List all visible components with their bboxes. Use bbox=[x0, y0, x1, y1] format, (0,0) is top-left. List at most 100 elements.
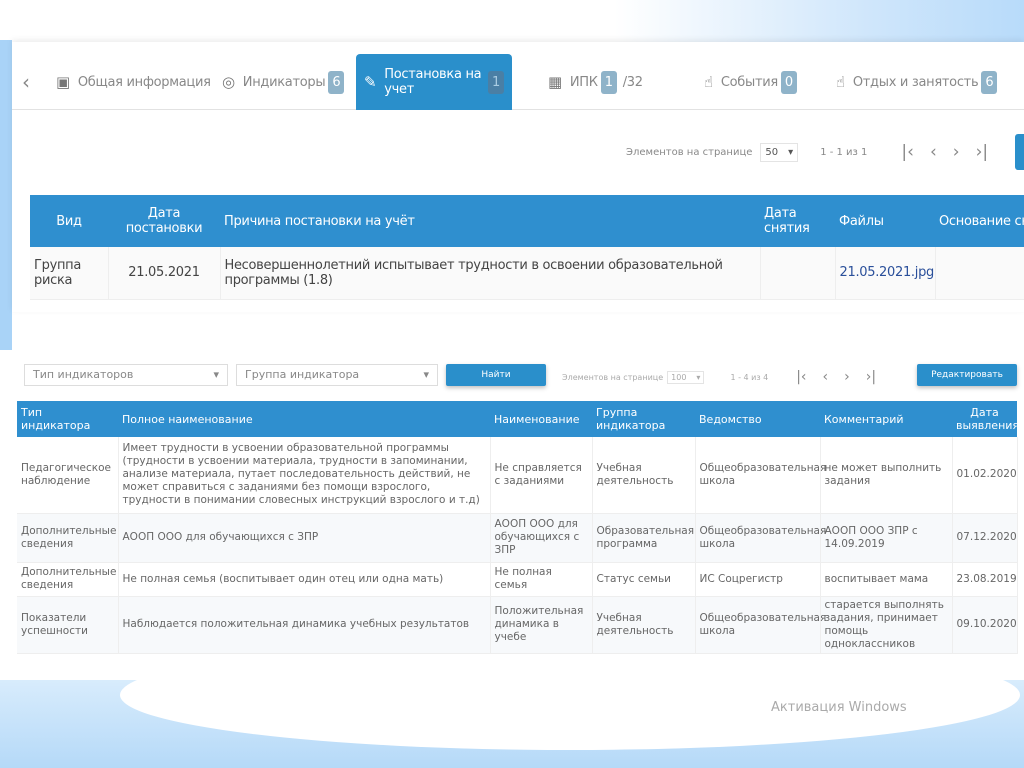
find-button[interactable]: Найти bbox=[446, 364, 546, 386]
back-chevron-icon: ‹ bbox=[22, 70, 30, 94]
tab-general-info[interactable]: ▣ Общая информация bbox=[56, 54, 211, 110]
cell-date: 07.12.2020 bbox=[952, 513, 1018, 563]
tab-indicators[interactable]: ◎ Индикаторы 6 bbox=[222, 54, 345, 110]
tab-registration[interactable]: ✎ Постановка на учет 1 bbox=[356, 54, 512, 110]
col-header[interactable]: Тип индикатора bbox=[17, 401, 118, 437]
edit-button[interactable]: Редактировать bbox=[917, 364, 1017, 386]
tab-label: ИПК bbox=[569, 74, 598, 90]
first-page-button[interactable]: |‹ bbox=[901, 142, 914, 162]
file-link[interactable]: 21.05.2021.jpg bbox=[835, 247, 936, 300]
table-row[interactable]: Показатели успешности Наблюдается положит… bbox=[17, 596, 1018, 654]
chevron-down-icon: ▾ bbox=[788, 146, 794, 158]
cell-type: Показатели успешности bbox=[17, 596, 119, 654]
col-header[interactable]: Дата снятия bbox=[760, 195, 835, 247]
cell-type: Группа риска bbox=[30, 247, 109, 300]
cell-date: 23.08.2019 bbox=[952, 562, 1018, 597]
cell-full-name: Не полная семья (воспитывает один отец и… bbox=[118, 562, 491, 597]
tab-leisure[interactable]: ☝ Отдых и занятость 6 bbox=[836, 54, 998, 110]
placeholder: Тип индикаторов bbox=[33, 368, 134, 381]
tab-events[interactable]: ☝ События 0 bbox=[704, 54, 797, 110]
cell-full-name: Имеет трудности в усвоении образовательн… bbox=[118, 437, 491, 514]
cell-group: Образовательная программа bbox=[592, 513, 696, 563]
cell-type: Дополнительные сведения bbox=[17, 562, 119, 597]
per-page-label: Элементов на странице bbox=[626, 146, 753, 158]
per-page-select[interactable]: 100 ▾ bbox=[667, 370, 705, 384]
col-header[interactable]: Комментарий bbox=[820, 401, 952, 437]
add-button[interactable] bbox=[1015, 134, 1024, 170]
cell-basis bbox=[935, 247, 1024, 300]
windows-activation-watermark: Активация Windows bbox=[771, 700, 907, 715]
next-page-button[interactable]: › bbox=[953, 142, 960, 162]
cell-name: Положительная динамика в учебе bbox=[490, 596, 593, 654]
cell-full-name: Наблюдается положительная динамика учебн… bbox=[118, 596, 491, 654]
next-page-button[interactable]: › bbox=[844, 369, 850, 385]
col-header[interactable]: Основание сня bbox=[935, 195, 1024, 247]
cell-group: Статус семьи bbox=[592, 562, 696, 597]
tab-label: Общая информация bbox=[77, 74, 211, 90]
tab-label: Индикаторы bbox=[242, 74, 326, 90]
col-header[interactable]: Наименование bbox=[490, 401, 592, 437]
pager-top: Элементов на странице 50 ▾ 1 - 1 из 1 |‹ … bbox=[626, 142, 988, 162]
id-card-icon: ▣ bbox=[56, 73, 70, 91]
pager-bottom: Элементов на странице 100 ▾ 1 - 4 из 4 |‹… bbox=[562, 369, 876, 385]
count-badge: 6 bbox=[328, 70, 345, 94]
cell-date: 01.02.2020 bbox=[952, 437, 1018, 514]
last-page-button[interactable]: ›| bbox=[866, 369, 876, 385]
indicators-table: Тип индикатора Полное наименование Наиме… bbox=[17, 401, 1019, 654]
cell-group: Учебная деятельность bbox=[592, 596, 696, 654]
col-header[interactable]: Причина постановки на учёт bbox=[220, 195, 760, 247]
cell-date: 09.10.2020 bbox=[952, 596, 1018, 654]
cell-date: 21.05.2021 bbox=[108, 247, 221, 300]
per-page-value: 100 bbox=[671, 372, 687, 382]
cell-name: Не справляется с заданиями bbox=[490, 437, 593, 514]
cell-agency: ИС Соцрегистр bbox=[695, 562, 821, 597]
placeholder: Группа индикатора bbox=[245, 368, 360, 381]
col-header[interactable]: Вид bbox=[30, 195, 108, 247]
prev-page-button[interactable]: ‹ bbox=[823, 369, 829, 385]
col-header[interactable]: Группа индикатора bbox=[592, 401, 695, 437]
cell-comment: старается выполнять задания, принимает п… bbox=[820, 596, 953, 654]
calendar-icon: ▦ bbox=[548, 73, 562, 91]
registration-table: Вид Дата постановки Причина постановки н… bbox=[30, 195, 1024, 300]
tab-bar: ‹ ▣ Общая информация ◎ Индикаторы 6 ✎ Постан… bbox=[12, 54, 1024, 110]
indicator-group-select[interactable]: Группа индикатора ▾ bbox=[236, 364, 438, 386]
chevron-down-icon: ▾ bbox=[696, 372, 701, 382]
cell-type: Педагогическое наблюдение bbox=[17, 437, 119, 514]
cell-full-name: АООП ООО для обучающихся с ЗПР bbox=[118, 513, 491, 563]
back-button[interactable]: ‹ bbox=[22, 54, 30, 110]
cell-name: АООП ООО для обучающихся с ЗПР bbox=[490, 513, 593, 563]
tab-label: Постановка на учет bbox=[384, 67, 482, 97]
cell-reason: Несовершеннолетний испытывает трудности … bbox=[220, 247, 761, 300]
table-row[interactable]: Дополнительные сведения АООП ООО для обуч… bbox=[17, 513, 1018, 563]
tab-label: Отдых и занятость bbox=[852, 74, 979, 90]
table-row[interactable]: Группа риска 21.05.2021 Несовершеннолетн… bbox=[30, 247, 1024, 300]
indicator-type-select[interactable]: Тип индикаторов ▾ bbox=[24, 364, 228, 386]
per-page-label: Элементов на странице bbox=[562, 372, 664, 382]
col-header[interactable]: Дата выявления bbox=[952, 401, 1019, 437]
cell-type: Дополнительные сведения bbox=[17, 513, 119, 563]
cell-removal-date bbox=[760, 247, 836, 300]
chevron-down-icon: ▾ bbox=[213, 368, 219, 381]
col-header[interactable]: Полное наименование bbox=[118, 401, 490, 437]
background-left-strip bbox=[0, 40, 12, 350]
chevron-down-icon: ▾ bbox=[423, 368, 429, 381]
per-page-value: 50 bbox=[765, 146, 779, 158]
cell-agency: Общеобразовательная школа bbox=[695, 596, 826, 654]
table-row[interactable]: Педагогическое наблюдение Имеет трудности… bbox=[17, 437, 1018, 514]
cell-name: Не полная семья bbox=[490, 562, 593, 597]
table-row[interactable]: Дополнительные сведения Не полная семья (… bbox=[17, 562, 1018, 597]
prev-page-button[interactable]: ‹ bbox=[930, 142, 937, 162]
last-page-button[interactable]: ›| bbox=[976, 142, 989, 162]
col-header[interactable]: Ведомство bbox=[695, 401, 820, 437]
col-header[interactable]: Файлы bbox=[835, 195, 935, 247]
cell-comment: воспитывает мама bbox=[820, 562, 953, 597]
col-header[interactable]: Дата постановки bbox=[108, 195, 220, 247]
first-page-button[interactable]: |‹ bbox=[796, 369, 806, 385]
cell-agency: Общеобразовательная школа bbox=[695, 513, 826, 563]
hand-icon: ☝ bbox=[704, 73, 713, 91]
page-range: 1 - 4 из 4 bbox=[730, 372, 769, 382]
per-page-select[interactable]: 50 ▾ bbox=[760, 142, 799, 162]
tab-ipk[interactable]: ▦ ИПК 1/32 bbox=[548, 54, 643, 110]
cell-comment: не может выполнить задания bbox=[820, 437, 953, 514]
edit-icon: ✎ bbox=[364, 73, 377, 91]
